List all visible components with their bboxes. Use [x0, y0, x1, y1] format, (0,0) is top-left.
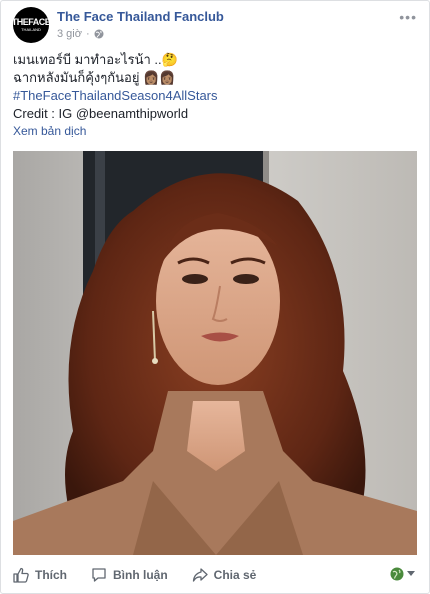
more-options-icon[interactable]: •••: [399, 9, 417, 25]
share-label: Chia sẻ: [213, 568, 257, 582]
share-icon: [192, 568, 208, 582]
avatar-logo-text: THEFACE: [13, 17, 49, 27]
post-header: THEFACE THAILAND The Face Thailand Fancl…: [13, 7, 417, 47]
share-button[interactable]: Chia sẻ: [192, 567, 257, 583]
post-credit: Credit : IG @beenamthipworld: [13, 106, 189, 121]
see-translation-link[interactable]: Xem bản dịch: [13, 124, 86, 138]
post-card: THEFACE THAILAND The Face Thailand Fancl…: [0, 0, 430, 594]
chevron-down-icon: [407, 571, 415, 576]
post-photo[interactable]: [13, 151, 417, 555]
comment-icon: [92, 568, 106, 582]
action-bar: Thích Bình luận Chia sẻ: [1, 561, 429, 589]
hashtag-link[interactable]: #TheFaceThailandSeason4AllStars: [13, 87, 413, 105]
like-button[interactable]: Thích: [13, 567, 67, 583]
comment-label: Bình luận: [113, 568, 168, 582]
post-timestamp[interactable]: 3 giờ: [57, 28, 82, 40]
post-text: เมนเทอร์บี มาทำอะไรน้า ..🤔 ฉากหลังมันก็ค…: [13, 51, 413, 123]
portrait-image: [13, 151, 417, 555]
audience-selector[interactable]: [390, 567, 415, 581]
separator-dot: ·: [85, 28, 90, 40]
globe-icon: [94, 29, 104, 39]
page-avatar[interactable]: THEFACE THAILAND: [13, 7, 49, 43]
avatar-logo-subtext: THAILAND: [21, 27, 41, 32]
post-text-line-2: ฉากหลังมันก็คุ้งๆกันอยู่ 👩🏽👩🏽: [13, 70, 176, 85]
like-label: Thích: [35, 568, 67, 582]
audience-globe-icon: [390, 567, 404, 581]
page-name-link[interactable]: The Face Thailand Fanclub: [57, 9, 224, 24]
like-icon: [13, 567, 29, 583]
comment-button[interactable]: Bình luận: [91, 567, 168, 583]
post-text-line-1: เมนเทอร์บี มาทำอะไรน้า ..🤔: [13, 52, 178, 67]
post-meta: 3 giờ ·: [57, 28, 104, 40]
